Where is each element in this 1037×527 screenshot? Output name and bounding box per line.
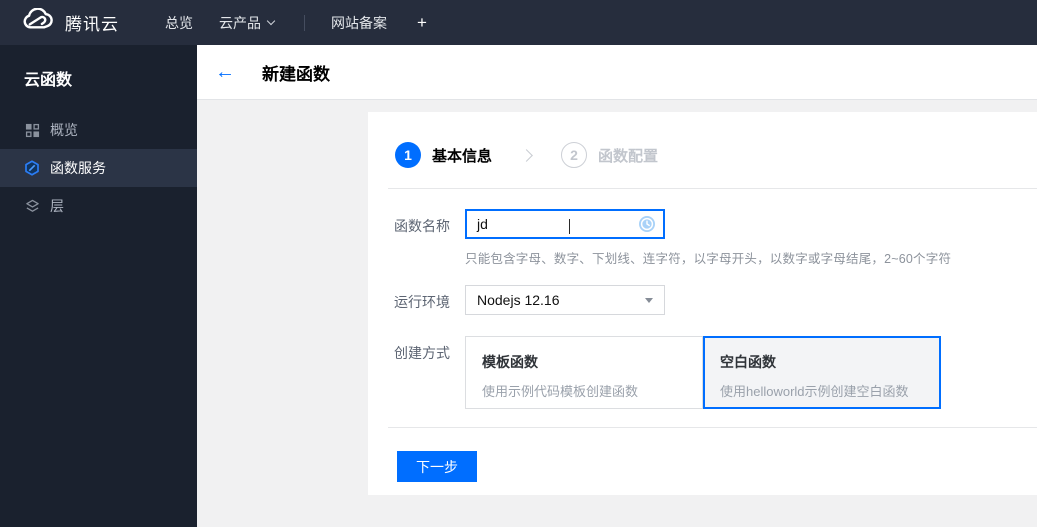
runtime-row: 运行环境 Nodejs 12.16 [394,285,1037,315]
brand-logo[interactable]: 腾讯云 [0,7,119,37]
chevron-down-icon [266,16,276,25]
page-header: ← 新建函数 [197,45,1037,100]
sidebar-item-label: 概览 [50,122,78,138]
nav-website-beian[interactable]: 网站备案 [331,13,387,33]
function-name-row: 函数名称 jd 只能包含字母、数字、下划线、连字符，以字母开头，以数字或字母结尾… [394,209,1037,267]
step-separator-chevron-icon [520,148,533,162]
function-name-help: 只能包含字母、数字、下划线、连字符，以字母开头，以数字或字母结尾，2~60个字符 [465,252,952,266]
function-name-label: 函数名称 [394,218,450,234]
scf-hexagon-icon [24,160,40,176]
sidebar-item-overview[interactable]: 概览 [0,111,197,149]
tencent-cloud-logo-icon [22,7,55,37]
step-1-label: 基本信息 [432,147,493,165]
footer-divider [388,427,1037,428]
basic-info-form: 函数名称 jd 只能包含字母、数字、下划线、连字符，以字母开头，以数字或字母结尾… [368,189,1037,409]
topbar-nav: 总览 云产品 网站备案 + [165,13,427,33]
sidebar-item-label: 层 [50,198,64,214]
function-name-field-group: jd 只能包含字母、数字、下划线、连字符，以字母开头，以数字或字母结尾，2~60… [465,209,951,267]
creation-method-options: 模板函数 使用示例代码模板创建函数 空白函数 使用helloworld示例创建空… [465,336,941,409]
next-step-button[interactable]: 下一步 [397,451,477,482]
create-function-card: 1 基本信息 2 函数配置 函数名称 jd 只能包含字母、数字、下划线、连字符，… [368,112,1037,495]
dropdown-caret-icon [645,297,653,303]
step-1-circle: 1 [395,142,421,168]
method-option-title: 模板函数 [482,354,538,370]
function-name-value: jd [477,216,488,232]
method-option-desc: 使用helloworld示例创建空白函数 [720,384,909,399]
function-name-input[interactable]: jd [465,209,665,239]
creation-method-label: 创建方式 [394,345,450,361]
sidebar-title: 云函数 [24,72,73,89]
grid-icon [24,122,40,138]
step-2-label: 函数配置 [598,147,659,165]
sidebar-item-layers[interactable]: 层 [0,187,197,225]
tencent-cloud-console: 腾讯云 总览 云产品 网站备案 + 云函数 概览 函数服务 层 ← 新建函数 1… [0,0,1037,527]
method-option-template[interactable]: 模板函数 使用示例代码模板创建函数 [465,336,703,409]
sidebar: 云函数 概览 函数服务 层 [0,45,197,527]
add-tab-button[interactable]: + [417,13,427,33]
nav-cloud-products[interactable]: 云产品 [219,13,276,33]
nav-overview[interactable]: 总览 [165,13,193,33]
runtime-selected-value: Nodejs 12.16 [477,292,560,308]
sidebar-item-label: 函数服务 [50,160,106,176]
method-option-title: 空白函数 [720,354,776,370]
method-option-blank[interactable]: 空白函数 使用helloworld示例创建空白函数 [703,336,941,409]
topbar: 腾讯云 总览 云产品 网站备案 + [0,0,1037,45]
page-title: 新建函数 [262,64,330,84]
text-cursor [569,218,570,234]
content-area: 1 基本信息 2 函数配置 函数名称 jd 只能包含字母、数字、下划线、连字符，… [197,101,1037,527]
clock-pending-icon [638,215,656,233]
creation-method-row: 创建方式 模板函数 使用示例代码模板创建函数 空白函数 使用helloworld… [394,336,1037,409]
nav-divider [304,14,305,31]
runtime-select[interactable]: Nodejs 12.16 [465,285,665,315]
method-option-desc: 使用示例代码模板创建函数 [482,384,639,399]
runtime-label: 运行环境 [394,294,450,310]
sidebar-item-function-service[interactable]: 函数服务 [0,149,197,187]
step-2-circle: 2 [561,142,588,168]
brand-name: 腾讯云 [65,15,119,34]
layers-icon [24,198,40,214]
back-button[interactable]: ← [215,62,235,82]
sidebar-menu: 概览 函数服务 层 [0,111,197,225]
wizard-steps: 1 基本信息 2 函数配置 [368,112,1037,168]
